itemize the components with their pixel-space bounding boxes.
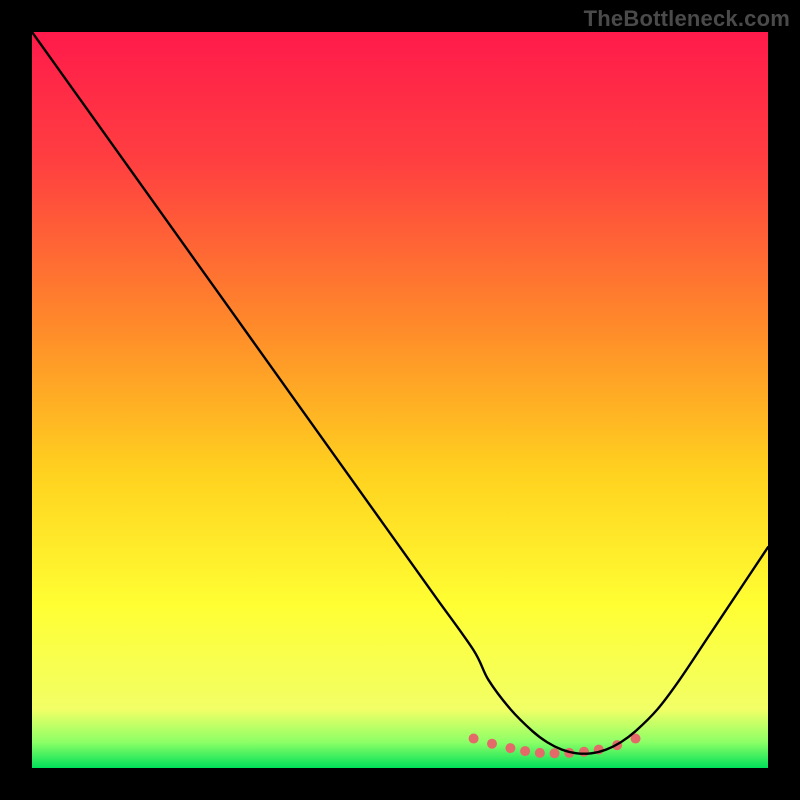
marker-dot [550,748,560,758]
marker-dot [505,743,515,753]
marker-dot [520,746,530,756]
watermark-text: TheBottleneck.com [584,6,790,32]
marker-dot [487,739,497,749]
plot-background [32,32,768,768]
marker-dot [579,747,589,757]
chart-stage: TheBottleneck.com [0,0,800,800]
marker-dot [469,734,479,744]
bottleneck-chart [0,0,800,800]
marker-dot [535,748,545,758]
